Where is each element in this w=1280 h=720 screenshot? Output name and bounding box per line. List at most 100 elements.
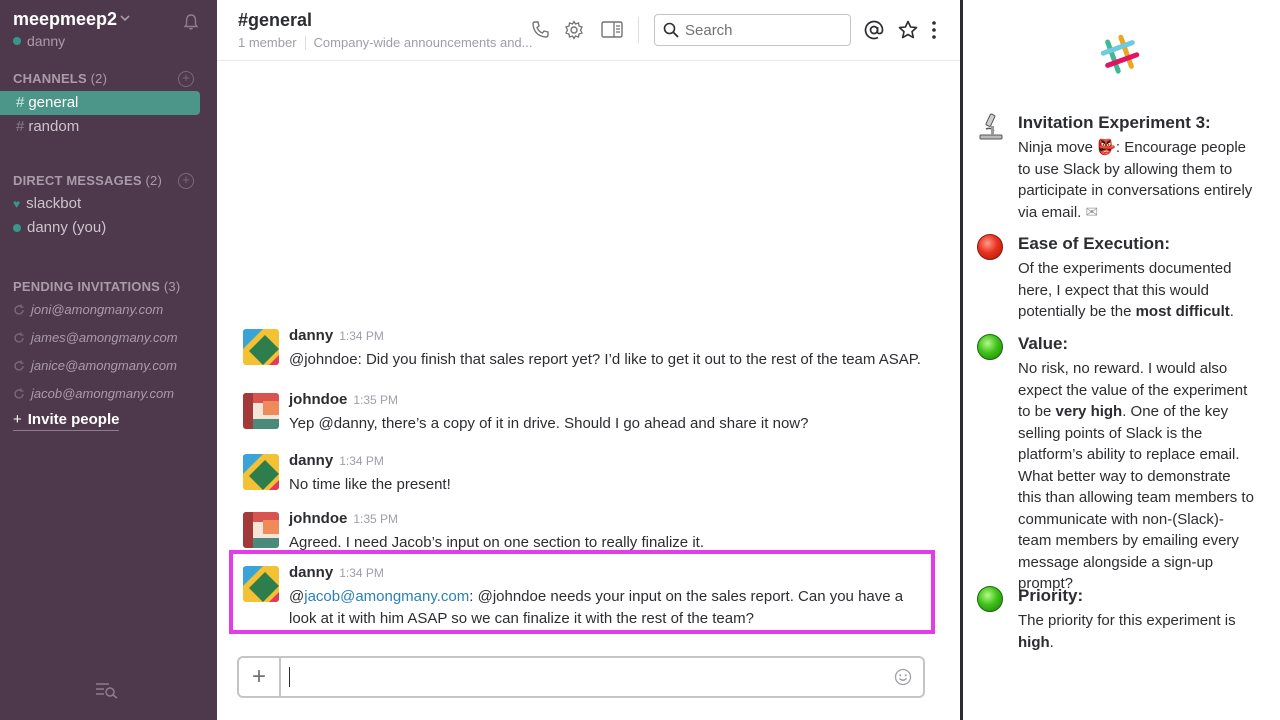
- author-name: danny: [289, 327, 334, 344]
- text-caret: [289, 667, 290, 687]
- add-channel-icon[interactable]: +: [178, 71, 194, 87]
- message-input[interactable]: [281, 658, 883, 696]
- pending-invite[interactable]: janice@amongmany.com: [13, 358, 177, 373]
- channels-count: (2): [90, 71, 108, 86]
- green-light-icon: [977, 334, 1005, 362]
- refresh-icon: [14, 332, 24, 343]
- message-timestamp[interactable]: 1:34 PM: [339, 454, 384, 468]
- hash-icon: #: [16, 118, 25, 135]
- message-text: Yep @danny, there’s a copy of it in driv…: [289, 415, 809, 432]
- mention-prefix: @: [289, 588, 305, 605]
- message-author[interactable]: johndoe 1:35 PM: [289, 391, 398, 408]
- message-text: No time like the present!: [289, 476, 451, 493]
- pending-invite[interactable]: james@amongmany.com: [13, 330, 178, 345]
- pending-email: joni@amongmany.com: [31, 302, 164, 317]
- text-part: .: [1049, 633, 1054, 651]
- presence-dot: [13, 37, 21, 45]
- sidebar-item-slackbot[interactable]: ♥ slackbot: [0, 192, 200, 216]
- text-part: The priority for this experiment is: [1018, 612, 1236, 629]
- message-timestamp[interactable]: 1:34 PM: [339, 329, 384, 343]
- author-name: danny: [289, 564, 334, 581]
- sidebar: meepmeep2 danny CHANNELS (2) + # general …: [0, 0, 217, 720]
- message-author[interactable]: danny 1:34 PM: [289, 564, 384, 581]
- sidebar-item-danny[interactable]: danny (you): [0, 216, 200, 240]
- message-composer: +: [237, 656, 925, 698]
- dm-header-label: DIRECT MESSAGES: [13, 173, 142, 188]
- text-part: .: [1229, 303, 1234, 320]
- dm-name: danny (you): [27, 219, 107, 236]
- dm-header[interactable]: DIRECT MESSAGES (2): [13, 173, 162, 188]
- channel-header: #general 1 member Company-wide announcem…: [217, 0, 962, 61]
- author-name: danny: [289, 452, 334, 469]
- message-author[interactable]: johndoe 1:35 PM: [289, 510, 398, 527]
- search-input[interactable]: [685, 21, 835, 39]
- section-title: Value:: [1018, 334, 1069, 353]
- current-user-name: danny: [27, 33, 66, 49]
- invite-people-button[interactable]: + Invite people: [13, 411, 120, 431]
- sidebar-item-general[interactable]: # general: [0, 91, 200, 115]
- channel-name: general: [28, 94, 79, 111]
- refresh-icon: [14, 360, 24, 371]
- message-text: @johndoe: Did you finish that sales repo…: [289, 351, 921, 368]
- avatar[interactable]: [243, 512, 279, 548]
- bell-icon[interactable]: [182, 13, 200, 31]
- avatar[interactable]: [243, 566, 279, 602]
- microscope-icon: [977, 113, 1005, 141]
- envelope-emoji: ✉: [1085, 203, 1099, 221]
- refresh-icon: [14, 304, 24, 315]
- section-title: Invitation Experiment 3:: [1018, 113, 1211, 132]
- red-light-icon: [977, 234, 1005, 262]
- avatar[interactable]: [243, 393, 279, 429]
- team-name[interactable]: meepmeep2: [13, 9, 117, 30]
- text-part: . One of the key selling points of Slack…: [1018, 403, 1254, 592]
- dm-count: (2): [145, 173, 162, 188]
- channel-meta: 1 member Company-wide announcements and.…: [238, 35, 533, 50]
- plus-icon: +: [251, 663, 266, 690]
- emoji-icon[interactable]: [883, 658, 923, 696]
- pending-invite[interactable]: jacob@amongmany.com: [13, 386, 174, 401]
- star-icon[interactable]: [898, 20, 918, 40]
- message-timestamp[interactable]: 1:35 PM: [353, 393, 398, 407]
- author-name: johndoe: [289, 391, 348, 408]
- section-text: Of the experiments documented here, I ex…: [1018, 258, 1254, 323]
- message-author[interactable]: danny 1:34 PM: [289, 452, 384, 469]
- channel-name: random: [28, 118, 80, 135]
- channels-header-label: CHANNELS: [13, 71, 87, 86]
- pending-invite[interactable]: joni@amongmany.com: [13, 302, 163, 317]
- add-attachment-button[interactable]: +: [239, 658, 281, 696]
- message-text: @jacob@amongmany.com: @johndoe needs you…: [289, 586, 929, 630]
- emphasis: very high: [1055, 403, 1123, 420]
- dm-name: slackbot: [26, 195, 82, 212]
- chevron-down-icon[interactable]: [120, 14, 130, 25]
- message-timestamp[interactable]: 1:35 PM: [353, 512, 398, 526]
- more-vertical-icon[interactable]: [929, 20, 939, 40]
- message-timestamp[interactable]: 1:34 PM: [339, 566, 384, 580]
- phone-icon[interactable]: [530, 20, 550, 40]
- search-icon: [663, 22, 679, 38]
- member-count[interactable]: 1 member: [238, 35, 297, 50]
- sidebar-toggle-icon[interactable]: [601, 20, 623, 40]
- add-dm-icon[interactable]: +: [178, 173, 194, 189]
- mentions-icon[interactable]: [864, 20, 884, 40]
- text-part: Ninja move: [1018, 139, 1098, 156]
- plus-icon: +: [13, 411, 22, 428]
- avatar[interactable]: [243, 454, 279, 490]
- avatar[interactable]: [243, 329, 279, 365]
- sidebar-item-random[interactable]: # random: [0, 115, 200, 139]
- section-title: Ease of Execution:: [1018, 234, 1171, 253]
- message-author[interactable]: danny 1:34 PM: [289, 327, 384, 344]
- pending-count: (3): [163, 279, 181, 294]
- channels-header[interactable]: CHANNELS (2): [13, 71, 107, 86]
- quick-switcher-icon[interactable]: [95, 681, 119, 699]
- current-user[interactable]: danny: [13, 33, 65, 49]
- channel-topic[interactable]: Company-wide announcements and...: [314, 35, 533, 50]
- invite-people-label: Invite people: [27, 411, 120, 428]
- pending-email: jacob@amongmany.com: [31, 386, 175, 401]
- divider: [304, 36, 306, 50]
- author-name: johndoe: [289, 510, 348, 527]
- email-link[interactable]: jacob@amongmany.com: [304, 588, 469, 605]
- gear-icon[interactable]: [564, 20, 584, 40]
- page-title[interactable]: #general: [238, 10, 312, 31]
- search-box[interactable]: [654, 14, 851, 46]
- message-list[interactable]: danny 1:34 PM @johndoe: Did you finish th…: [217, 61, 962, 646]
